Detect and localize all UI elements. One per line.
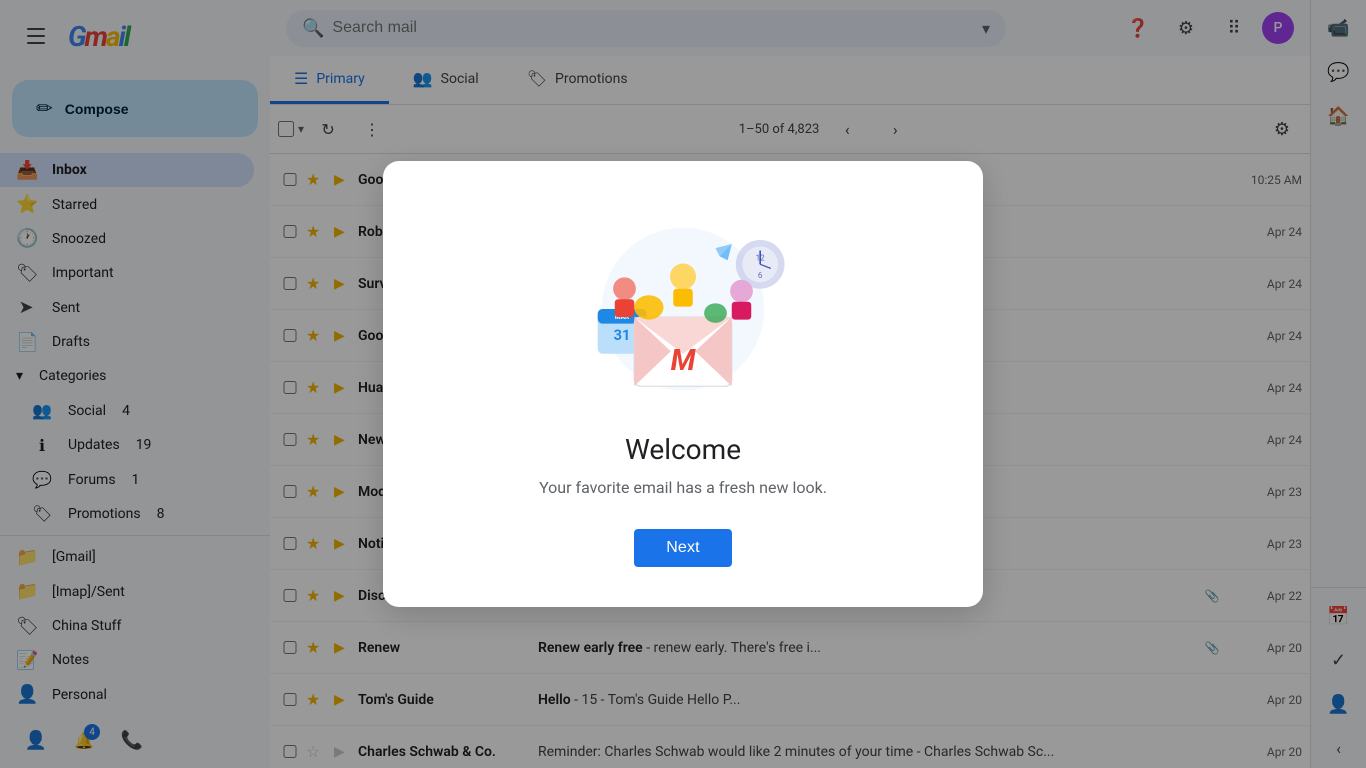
svg-text:31: 31 [614,326,631,344]
welcome-illustration: 12 6 MAR 31 M [553,209,813,409]
next-button[interactable]: Next [634,529,732,567]
welcome-modal: 12 6 MAR 31 M [383,161,983,607]
modal-subtitle: Your favorite email has a fresh new look… [539,478,827,497]
modal-overlay[interactable]: 12 6 MAR 31 M [0,0,1366,768]
svg-text:6: 6 [758,270,763,280]
svg-text:M: M [671,344,697,378]
modal-title: Welcome [625,433,741,466]
